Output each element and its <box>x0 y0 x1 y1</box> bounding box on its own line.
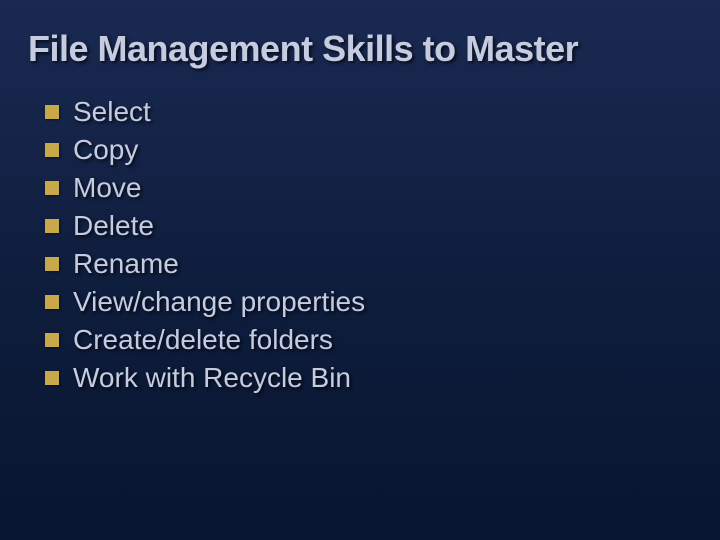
bullet-text: Delete <box>73 210 154 242</box>
bullet-text: Create/delete folders <box>73 324 333 356</box>
bullet-icon <box>45 143 59 157</box>
bullet-icon <box>45 181 59 195</box>
bullet-icon <box>45 219 59 233</box>
bullet-text: Copy <box>73 134 138 166</box>
list-item: Create/delete folders <box>45 324 720 356</box>
bullet-icon <box>45 105 59 119</box>
bullet-icon <box>45 257 59 271</box>
bullet-text: Select <box>73 96 151 128</box>
list-item: View/change properties <box>45 286 720 318</box>
list-item: Delete <box>45 210 720 242</box>
slide-title: File Management Skills to Master <box>0 0 720 88</box>
bullet-icon <box>45 295 59 309</box>
list-item: Move <box>45 172 720 204</box>
list-item: Select <box>45 96 720 128</box>
bullet-list: Select Copy Move Delete Rename View/chan… <box>0 88 720 394</box>
bullet-text: View/change properties <box>73 286 365 318</box>
bullet-text: Rename <box>73 248 179 280</box>
bullet-text: Move <box>73 172 141 204</box>
list-item: Work with Recycle Bin <box>45 362 720 394</box>
bullet-icon <box>45 333 59 347</box>
bullet-text: Work with Recycle Bin <box>73 362 351 394</box>
list-item: Rename <box>45 248 720 280</box>
bullet-icon <box>45 371 59 385</box>
list-item: Copy <box>45 134 720 166</box>
